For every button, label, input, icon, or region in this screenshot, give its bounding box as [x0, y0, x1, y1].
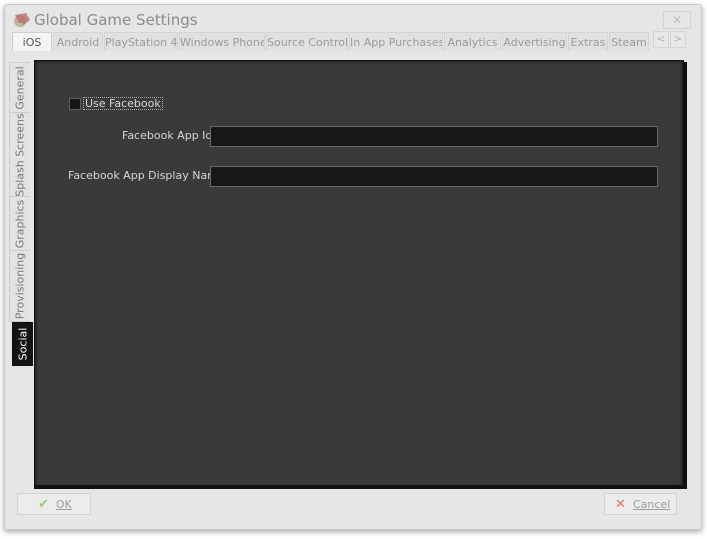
tab-advertising[interactable]: Advertising — [502, 32, 567, 51]
tab-scroll-right-button[interactable]: > — [670, 31, 686, 48]
panel-shadow-bottom — [34, 485, 687, 489]
x-icon: ✕ — [615, 497, 626, 512]
cancel-button[interactable]: ✕ Cancel — [604, 493, 677, 515]
title-bar: Global Game Settings ✕ — [5, 5, 701, 35]
tab-analytics[interactable]: Analytics — [444, 32, 501, 51]
ok-button-label: OK — [56, 498, 72, 511]
tab-steam[interactable]: Steam — [609, 32, 649, 51]
tab-playstation-4[interactable]: PlayStation 4 — [104, 32, 178, 51]
side-tab-label: General — [13, 66, 27, 110]
side-tab-social[interactable]: Social — [12, 322, 33, 366]
window-title: Global Game Settings — [34, 11, 198, 29]
tab-in-app-purchases[interactable]: In App Purchases — [349, 32, 443, 51]
facebook-display-name-label: Facebook App Display Name — [68, 169, 225, 182]
facebook-app-id-field[interactable] — [210, 126, 658, 147]
side-tab-label: Graphics — [13, 199, 27, 249]
side-tab-label: Provisioning — [13, 252, 27, 320]
use-facebook-label[interactable]: Use Facebook — [83, 97, 163, 110]
tab-ios[interactable]: iOS — [12, 32, 52, 51]
side-tab-label: Social — [16, 327, 30, 361]
facebook-app-id-label: Facebook App Id — [122, 129, 213, 142]
checkmark-icon: ✔ — [38, 497, 49, 512]
tab-windows-phone[interactable]: Windows Phone — [179, 32, 265, 51]
close-button[interactable]: ✕ — [663, 11, 691, 29]
side-tab-general[interactable]: General — [9, 62, 30, 114]
social-settings-panel — [34, 60, 684, 488]
use-facebook-checkbox[interactable] — [69, 98, 81, 110]
side-tab-splash-screens[interactable]: Splash Screens — [9, 112, 30, 198]
tab-source-control[interactable]: Source Control — [266, 32, 348, 51]
side-tab-graphics[interactable]: Graphics — [9, 196, 30, 252]
game-maker-icon — [14, 13, 30, 27]
tab-extras[interactable]: Extras — [568, 32, 608, 51]
tab-scroll-left-button[interactable]: < — [653, 31, 669, 48]
tab-android[interactable]: Android — [53, 32, 103, 51]
ok-button[interactable]: ✔ OK — [17, 493, 91, 515]
panel-shadow — [683, 62, 687, 488]
side-tab-label: Splash Screens — [13, 113, 27, 197]
cancel-button-label: Cancel — [633, 498, 671, 511]
side-tab-provisioning[interactable]: Provisioning — [9, 250, 30, 322]
facebook-display-name-field[interactable] — [210, 166, 658, 187]
